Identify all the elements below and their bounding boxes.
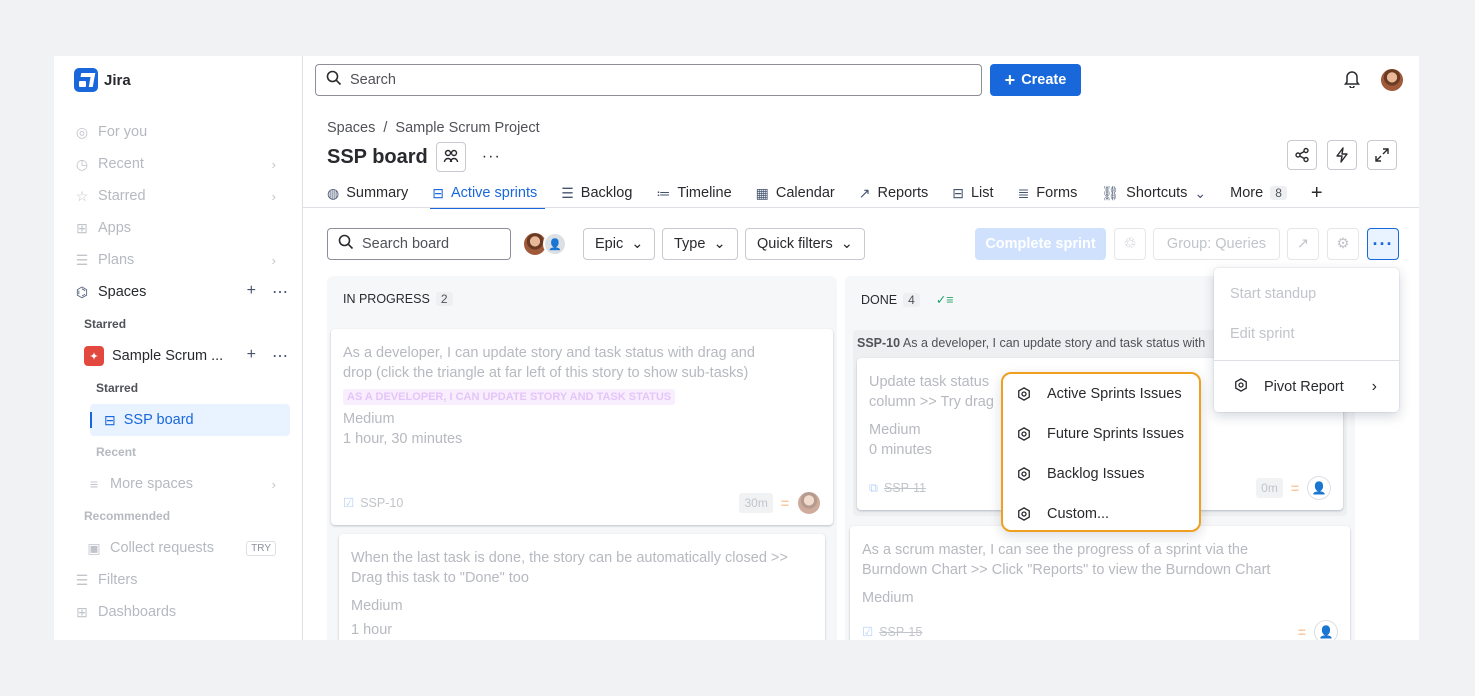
card-key: ☑ SSP-15 xyxy=(862,622,922,640)
board-area: Search board 👤 Epic ⌄ Type ⌄ Quick filte… xyxy=(54,56,1419,640)
card-key: ⧉ SSP-11 xyxy=(869,478,926,498)
parent-issue-row[interactable]: SSP-10 As a developer, I can update stor… xyxy=(857,336,1205,350)
chevron-right-icon: › xyxy=(1371,378,1377,395)
menu-divider xyxy=(1214,360,1399,361)
issue-key[interactable]: SSP-10 xyxy=(360,493,403,513)
type-label: Type xyxy=(674,236,706,252)
parent-key: SSP-10 xyxy=(857,336,901,350)
pivot-icon xyxy=(1018,427,1030,441)
search-placeholder: Search board xyxy=(362,236,450,252)
settings-sliders-icon: ⚙ xyxy=(1336,236,1350,252)
epic-filter-button[interactable]: Epic ⌄ xyxy=(583,228,656,260)
pivot-icon xyxy=(1018,467,1030,481)
card-footer-right: 0m = 👤 xyxy=(1256,476,1331,500)
quick-filters-button[interactable]: Quick filters ⌄ xyxy=(745,228,865,260)
insights-button[interactable]: ↗ xyxy=(1287,228,1319,260)
card-footer-right: 30m = xyxy=(739,491,821,515)
chevron-down-icon: ⌄ xyxy=(631,236,644,252)
column-name: DONE xyxy=(861,292,898,307)
column-header: IN PROGRESS 2 xyxy=(343,292,453,306)
assignee-avatar[interactable] xyxy=(797,491,821,515)
board-more-button[interactable]: ··· xyxy=(1367,228,1399,260)
unassigned-avatar[interactable]: 👤 xyxy=(543,232,567,256)
type-filter-button[interactable]: Type ⌄ xyxy=(662,228,738,260)
menu-item-edit-sprint[interactable]: Edit sprint xyxy=(1214,314,1399,354)
submenu-item-future-sprints-issues[interactable]: Future Sprints Issues xyxy=(1003,414,1199,454)
card-priority: Medium xyxy=(343,411,395,427)
card-priority: Medium xyxy=(351,598,403,614)
search-board-input[interactable]: Search board xyxy=(327,228,511,260)
submenu-item-label: Active Sprints Issues xyxy=(1047,386,1182,402)
pivot-report-icon xyxy=(1234,378,1248,396)
complete-sprint-button[interactable]: Complete sprint xyxy=(975,228,1106,260)
column-header: DONE 4 ✓≡ xyxy=(861,292,954,307)
issue-key[interactable]: SSP-15 xyxy=(879,622,922,640)
subtask-icon: ⧉ xyxy=(869,481,878,495)
column-count: 4 xyxy=(903,292,920,307)
column-in-progress: IN PROGRESS 2 As a developer, I can upda… xyxy=(327,276,837,640)
epic-label: Epic xyxy=(595,236,624,252)
pivot-report-submenu: Active Sprints Issues Future Sprints Iss… xyxy=(1001,372,1201,532)
standup-icon: ♲ xyxy=(1123,236,1137,252)
card-summary: As a scrum master, I can see the progres… xyxy=(862,542,1271,578)
chart-icon: ↗ xyxy=(1296,236,1310,252)
pivot-icon xyxy=(1018,507,1030,521)
submenu-item-label: Custom... xyxy=(1047,506,1110,522)
issue-key[interactable]: SSP-11 xyxy=(884,478,926,498)
submenu-item-active-sprints-issues[interactable]: Active Sprints Issues xyxy=(1003,374,1199,414)
submenu-item-label: Backlog Issues xyxy=(1047,466,1145,482)
parent-summary: As a developer, I can update story and t… xyxy=(902,336,1206,350)
submenu-item-label: Future Sprints Issues xyxy=(1047,426,1184,442)
chevron-down-icon: ⌄ xyxy=(713,236,726,252)
chevron-down-icon: ⌄ xyxy=(840,236,853,252)
epic-lozenge: AS A DEVELOPER, I CAN UPDATE STORY AND T… xyxy=(343,389,676,405)
view-settings-button[interactable]: ⚙ xyxy=(1327,228,1359,260)
card-estimate: 1 hour xyxy=(351,622,393,638)
search-icon xyxy=(338,234,354,254)
unassigned-avatar[interactable]: 👤 xyxy=(1307,476,1331,500)
group-by-button[interactable]: Group: Queries xyxy=(1153,228,1280,260)
card-key: ☑ SSP-10 xyxy=(343,493,403,513)
quick-filters-label: Quick filters xyxy=(757,236,833,252)
priority-medium-icon: = xyxy=(780,495,789,511)
priority-medium-icon: = xyxy=(1297,624,1306,640)
menu-item-label: Pivot Report xyxy=(1264,379,1344,395)
time-estimate: 30m xyxy=(739,493,773,513)
story-icon: ☑ xyxy=(343,496,355,510)
column-count: 2 xyxy=(435,292,453,306)
time-estimate: 0m xyxy=(1256,478,1283,498)
issue-card[interactable]: As a scrum master, I can see the progres… xyxy=(850,526,1350,640)
story-icon: ☑ xyxy=(862,625,874,639)
standup-button[interactable]: ♲ xyxy=(1114,228,1146,260)
pivot-icon xyxy=(1018,387,1030,401)
column-name: IN PROGRESS xyxy=(343,292,430,306)
submenu-item-backlog-issues[interactable]: Backlog Issues xyxy=(1003,454,1199,494)
assignee-filter: 👤 xyxy=(523,232,567,256)
card-priority: Medium xyxy=(862,590,914,606)
priority-medium-icon: = xyxy=(1290,480,1299,496)
card-footer-right: = 👤 xyxy=(1298,620,1338,640)
card-summary: When the last task is done, the story ca… xyxy=(351,550,788,586)
menu-item-pivot-report[interactable]: Pivot Report › xyxy=(1214,367,1399,407)
done-checklist-icon: ✓≡ xyxy=(935,293,954,307)
unassigned-avatar[interactable]: 👤 xyxy=(1314,620,1338,640)
card-summary: As a developer, I can update story and t… xyxy=(343,345,755,381)
board-more-menu: Start standup Edit sprint Pivot Report › xyxy=(1214,268,1399,412)
submenu-item-custom[interactable]: Custom... xyxy=(1003,494,1199,534)
issue-card[interactable]: When the last task is done, the story ca… xyxy=(339,534,825,640)
menu-item-start-standup[interactable]: Start standup xyxy=(1214,274,1399,314)
card-estimate: 1 hour, 30 minutes xyxy=(343,431,463,447)
issue-card[interactable]: As a developer, I can update story and t… xyxy=(331,329,833,525)
